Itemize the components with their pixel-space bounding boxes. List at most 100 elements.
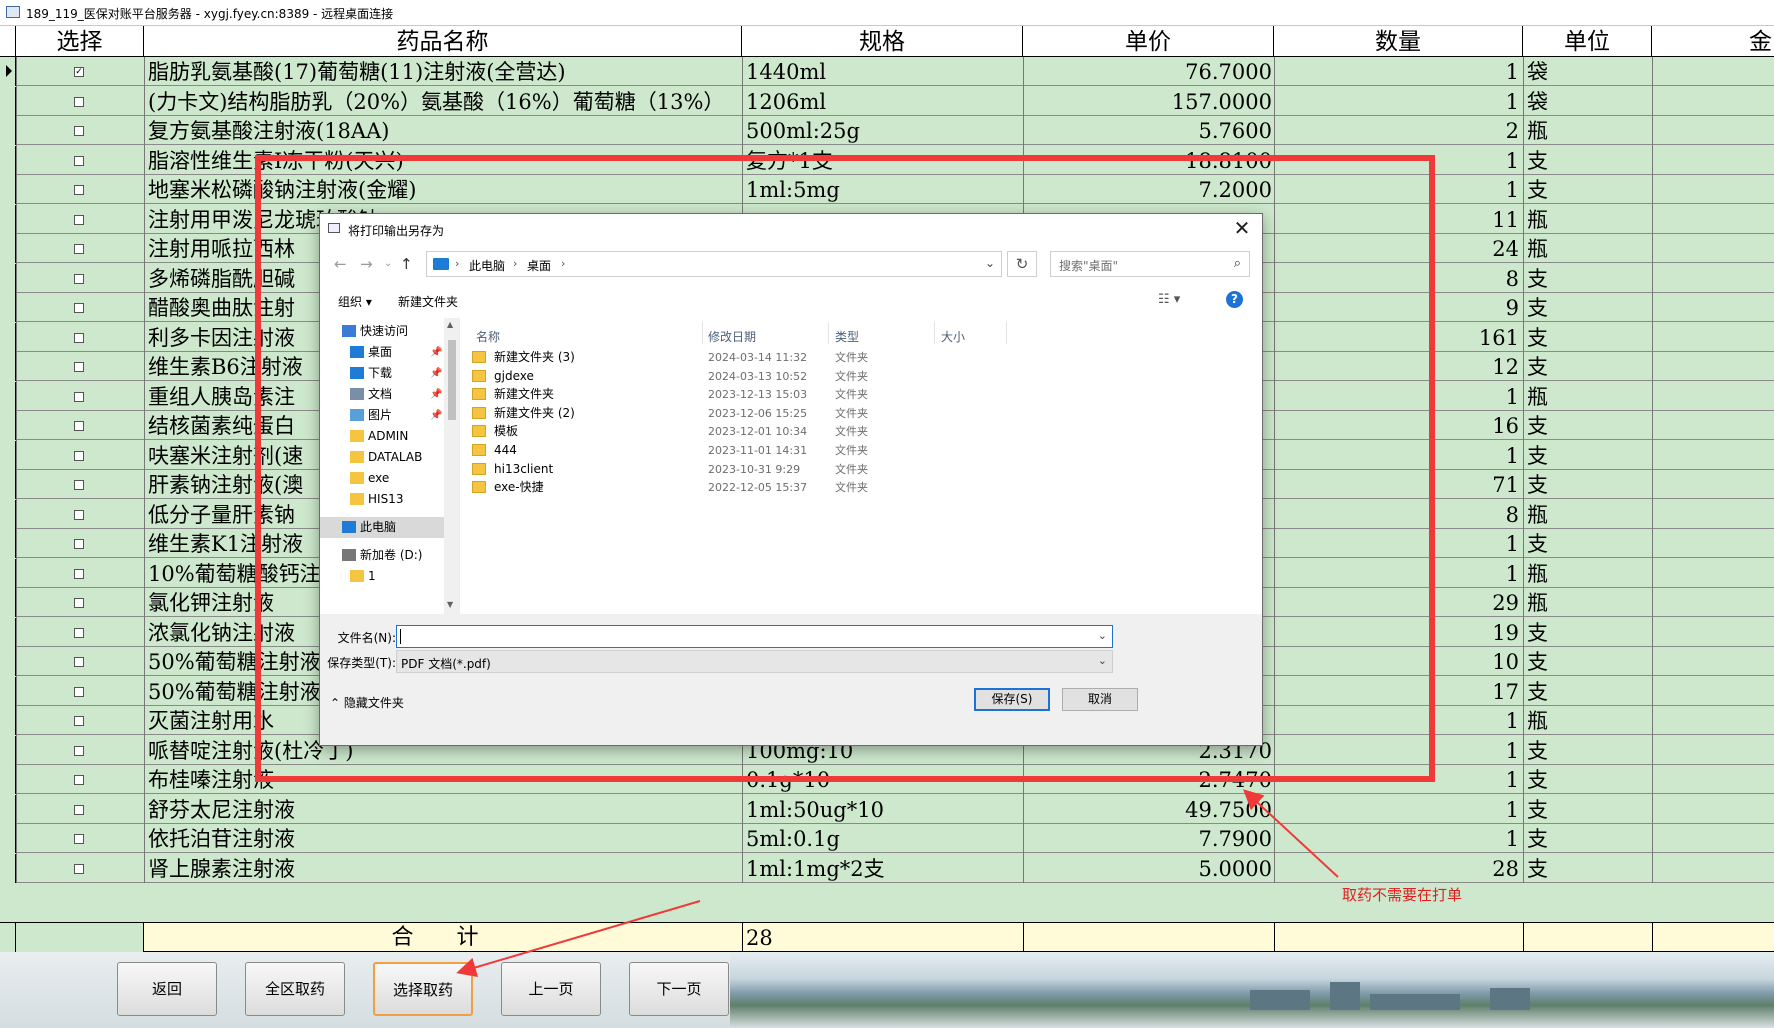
file-row[interactable]: 新建文件夹 (3) 2024-03-14 11:32 文件夹 [462,348,1242,367]
row-checkbox[interactable] [74,126,84,136]
row-indicator [0,175,16,204]
file-row[interactable]: 模板 2023-12-01 10:34 文件夹 [462,422,1242,441]
back-arrow-icon[interactable]: ← [334,255,347,273]
nav-item[interactable]: 下载 📌 [320,363,444,384]
row-checkbox[interactable] [74,834,84,844]
up-arrow-icon[interactable]: ↑ [400,255,413,273]
column-header-qty[interactable]: 数量 [1274,26,1523,57]
row-checkbox[interactable] [74,96,84,107]
cell-unit: 支 [1527,797,1548,822]
table-row[interactable]: 肾上腺素注射液 1ml:1mg*2支 5.0000 28 支 [0,853,1774,883]
cancel-button[interactable]: 取消 [1062,688,1138,711]
row-checkbox[interactable] [74,775,84,785]
row-checkbox[interactable] [74,332,84,343]
column-header-date[interactable]: 修改日期 [708,328,756,345]
help-icon[interactable]: ? [1226,291,1243,308]
column-header-spec[interactable]: 规格 [742,26,1023,57]
column-header-amount[interactable]: 金 [1652,26,1774,57]
row-checkbox[interactable] [74,185,84,195]
row-checkbox[interactable] [74,362,84,372]
table-row[interactable]: 依托泊苷注射液 5ml:0.1g 7.7900 1 支 [0,824,1774,853]
row-checkbox[interactable] [74,539,84,549]
file-row[interactable]: 444 2023-11-01 14:31 文件夹 [462,441,1242,460]
breadcrumb-desktop[interactable]: 桌面 [527,257,551,274]
forward-arrow-icon[interactable]: → [360,255,373,273]
row-checkbox[interactable] [74,214,84,225]
scrollbar-thumb[interactable] [448,340,456,420]
nav-item[interactable]: 新加卷 (D:) [320,545,444,566]
row-checkbox[interactable] [74,863,84,874]
table-row[interactable]: 舒芬太尼注射液 1ml:50ug*10 49.7500 1 支 [0,794,1774,824]
table-row[interactable]: (力卡文)结构脂肪乳（20%）氨基酸（16%）葡萄糖（13%） 1206ml 157… [0,86,1774,116]
folder-icon [472,481,486,494]
nav-item[interactable]: HIS13 [320,489,444,510]
column-header-price[interactable]: 单价 [1023,26,1274,57]
column-header-type[interactable]: 类型 [835,328,859,345]
next-page-button[interactable]: 下一页 [629,962,729,1016]
row-checkbox[interactable] [74,421,84,431]
file-row[interactable]: hi13client 2023-10-31 9:29 文件夹 [462,460,1242,479]
row-checkbox[interactable] [74,657,84,667]
cell-spec: 1ml:1mg*2支 [746,856,885,881]
refresh-icon[interactable]: ↻ [1007,251,1037,277]
recent-dropdown-icon[interactable]: ⌄ [384,258,392,269]
column-header-size[interactable]: 大小 [941,328,965,345]
nav-item[interactable]: 桌面 📌 [320,342,444,363]
address-bar[interactable]: › 此电脑 › 桌面 › ⌄ [426,251,1002,277]
file-row[interactable]: exe-快捷 2022-12-05 15:37 文件夹 [462,478,1242,497]
row-checkbox[interactable]: ✓ [74,67,84,77]
row-checkbox[interactable] [74,303,84,313]
table-row[interactable]: 复方氨基酸注射液(18AA) 500ml:25g 5.7600 2 瓶 [0,116,1774,145]
nav-item[interactable]: DATALAB [320,447,444,468]
file-row[interactable]: 新建文件夹 (2) 2023-12-06 15:25 文件夹 [462,404,1242,423]
pick-selected-button[interactable]: 选择取药 [373,962,473,1016]
row-checkbox[interactable] [74,450,84,461]
chevron-down-icon[interactable]: ⌄ [1098,629,1107,642]
nav-item[interactable]: 1 [320,566,444,587]
row-checkbox[interactable] [74,273,84,284]
row-checkbox[interactable] [74,716,84,726]
save-button[interactable]: 保存(S) [974,688,1050,711]
hide-folders-toggle[interactable]: ⌃ 隐藏文件夹 [330,694,404,711]
row-checkbox[interactable] [74,155,84,166]
nav-item[interactable]: 快速访问 [320,321,444,342]
close-icon[interactable]: ✕ [1230,217,1254,239]
column-header-name[interactable]: 名称 [476,328,500,345]
scroll-up-icon[interactable]: ▲ [447,320,453,329]
row-checkbox[interactable] [74,627,84,638]
row-checkbox[interactable] [74,244,84,254]
row-indicator [0,204,16,234]
view-options-icon[interactable]: ☷ ▾ [1158,292,1180,307]
filetype-select[interactable]: PDF 文档(*.pdf) ⌄ [396,650,1113,673]
row-checkbox[interactable] [74,568,84,579]
row-checkbox[interactable] [74,598,84,608]
row-checkbox[interactable] [74,745,84,756]
nav-item[interactable]: exe [320,468,444,489]
file-row[interactable]: 新建文件夹 2023-12-13 15:03 文件夹 [462,385,1242,404]
table-row[interactable]: ✓ 脂肪乳氨基酸(17)葡萄糖(11)注射液(全营达) 1440ml 76.7000 1… [0,57,1774,86]
row-checkbox[interactable] [74,804,84,815]
column-header-unit[interactable]: 单位 [1523,26,1652,57]
breadcrumb-this-pc[interactable]: 此电脑 [469,257,505,274]
organize-button[interactable]: 组织 ▾ [338,293,372,310]
pick-all-ward-button[interactable]: 全区取药 [245,962,345,1016]
row-checkbox[interactable] [74,509,84,520]
column-header-name[interactable]: 药品名称 [144,26,742,57]
nav-item[interactable]: 此电脑 [320,517,444,538]
search-input[interactable]: 搜索"桌面" ⌕ [1050,251,1250,277]
nav-item[interactable]: 图片 📌 [320,405,444,426]
row-checkbox[interactable] [74,480,84,490]
nav-scrollbar[interactable]: ▲ ▼ [444,318,459,614]
file-row[interactable]: gjdexe 2024-03-13 10:52 文件夹 [462,367,1242,386]
nav-item[interactable]: ADMIN [320,426,444,447]
back-button[interactable]: 返回 [117,962,217,1016]
new-folder-button[interactable]: 新建文件夹 [398,293,458,310]
row-checkbox[interactable] [74,686,84,697]
chevron-down-icon[interactable]: ⌄ [985,256,995,270]
row-checkbox[interactable] [74,391,84,402]
nav-item[interactable]: 文档 📌 [320,384,444,405]
column-header-select[interactable]: 选择 [16,26,144,57]
filename-input[interactable]: ⌄ [396,625,1113,648]
scroll-down-icon[interactable]: ▼ [447,600,453,609]
prev-page-button[interactable]: 上一页 [501,962,601,1016]
